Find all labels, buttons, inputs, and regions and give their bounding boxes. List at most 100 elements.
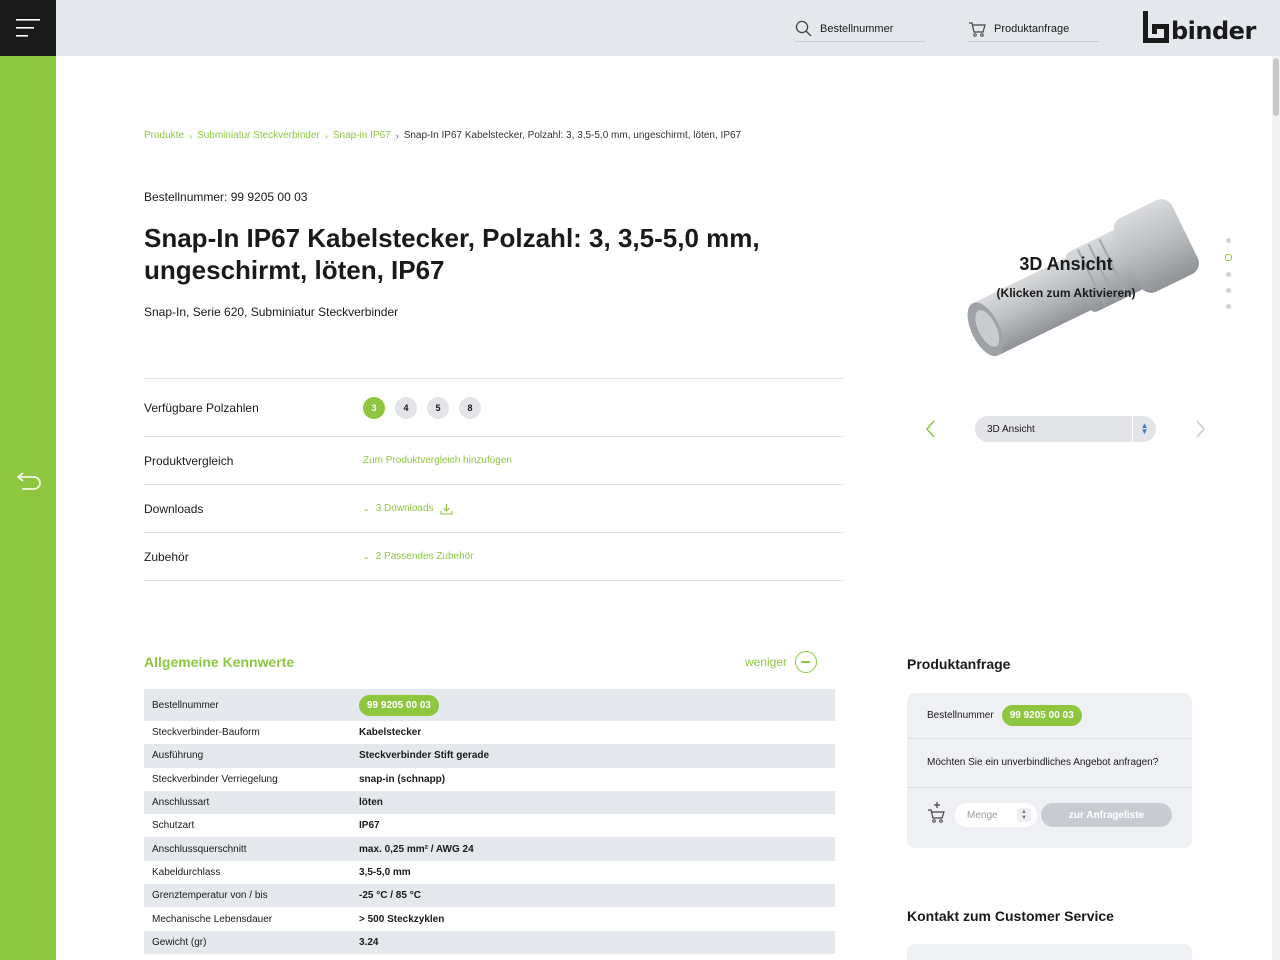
3d-view-overlay-hint[interactable]: (Klicken zum Aktivieren) xyxy=(950,286,1182,300)
spec-table: Bestellnummer 99 9205 00 03 Steckverbind… xyxy=(144,689,835,954)
spec-value: -25 °C / 85 °C xyxy=(351,884,835,908)
order-number-search[interactable]: Bestellnummer xyxy=(795,16,925,42)
request-order-badge: 99 9205 00 03 xyxy=(1001,705,1082,726)
gallery-dot-4[interactable] xyxy=(1225,288,1231,293)
request-question: Möchten Sie ein unverbindliches Angebot … xyxy=(927,757,1159,768)
gallery-dot-1[interactable] xyxy=(1225,238,1231,243)
breadcrumb-current: Snap-In IP67 Kabelstecker, Polzahl: 3, 3… xyxy=(403,130,742,141)
breadcrumb-item-products[interactable]: Produkte xyxy=(144,130,184,141)
table-row: Anschlussquerschnitt max. 0,25 mm² / AWG… xyxy=(144,837,835,861)
chevron-down-icon: ⌄ xyxy=(363,504,370,513)
view-select-value: 3D Ansicht xyxy=(987,423,1035,435)
quantity-placeholder: Menge xyxy=(967,809,998,821)
back-arrow-icon[interactable] xyxy=(14,472,42,494)
customer-service-panel xyxy=(907,944,1192,960)
table-row: Kabeldurchlass 3,5-5,0 mm xyxy=(144,861,835,884)
attr-row-accessories: Zubehör ⌄ 2 Passendes Zubehör xyxy=(144,532,843,580)
spec-key: Kabeldurchlass xyxy=(152,866,221,878)
collapse-button[interactable]: weniger xyxy=(745,651,818,673)
spec-key: Ausführung xyxy=(144,744,351,768)
product-subtitle: Snap-In, Serie 620, Subminiatur Steckver… xyxy=(144,305,399,319)
cart-plus-icon xyxy=(928,802,945,823)
pin-options: 3 4 5 8 xyxy=(363,396,485,419)
order-number-badge: 99 9205 00 03 xyxy=(359,694,439,716)
spec-key: Mechanische Lebensdauer xyxy=(152,913,273,925)
chevron-left-icon[interactable] xyxy=(924,419,938,439)
spec-value: Kabelstecker xyxy=(359,727,422,739)
table-row: Steckverbinder-Bauform Kabelstecker xyxy=(144,721,835,744)
3d-view-overlay-title[interactable]: 3D Ansicht xyxy=(950,254,1182,275)
attr-row-downloads: Downloads ⌄ 3 Downloads xyxy=(144,484,843,532)
top-header: Bestellnummer Produktanfrage binder xyxy=(0,0,1280,56)
select-caret-icon: ▲ ▼ xyxy=(1132,416,1156,442)
accessories-toggle[interactable]: ⌄ 2 Passendes Zubehör xyxy=(363,551,474,562)
logo-text: binder xyxy=(1171,17,1256,45)
pin-option-8[interactable]: 8 xyxy=(459,396,481,419)
product-request-link[interactable]: Produktanfrage xyxy=(968,16,1099,42)
spec-key: Anschlussquerschnitt xyxy=(144,837,351,861)
view-select[interactable]: 3D Ansicht ▲ ▼ xyxy=(975,416,1156,442)
request-order-label: Bestellnummer xyxy=(927,710,994,721)
gallery-dot-5[interactable] xyxy=(1225,304,1231,309)
downloads-toggle[interactable]: ⌄ 3 Downloads xyxy=(363,503,453,515)
accessories-link: 2 Passendes Zubehör xyxy=(375,551,474,562)
spec-value: IP67 xyxy=(359,820,380,832)
downloads-link: 3 Downloads xyxy=(375,503,434,514)
cart-icon xyxy=(969,21,986,37)
table-row: Anschlussart löten xyxy=(144,790,835,815)
quantity-stepper[interactable]: ▲ ▼ xyxy=(1017,808,1031,822)
divider xyxy=(907,787,1192,788)
chevron-right-icon: › xyxy=(324,130,328,141)
accessories-label: Zubehör xyxy=(144,549,189,564)
left-rail xyxy=(0,56,56,960)
table-row: Steckverbinder Verriegelung snap-in (sch… xyxy=(144,768,835,791)
gallery-dot-2[interactable] xyxy=(1224,254,1232,261)
table-row: Ausführung Steckverbinder Stift gerade xyxy=(144,744,835,768)
spec-key: Anschlussart xyxy=(144,790,351,815)
quantity-input[interactable]: Menge ▲ ▼ xyxy=(955,803,1037,827)
add-to-compare-link[interactable]: Zum Produktvergleich hinzufügen xyxy=(363,455,512,466)
spec-key: Gewicht (gr) xyxy=(144,930,351,954)
request-label: Produktanfrage xyxy=(994,22,1070,35)
divider xyxy=(907,738,1192,739)
gallery-dots xyxy=(1224,238,1232,320)
add-to-request-list-button[interactable]: zur Anfrageliste xyxy=(1041,803,1172,827)
spec-value: löten xyxy=(351,790,835,815)
spec-key: Steckverbinder Verriegelung xyxy=(152,773,278,785)
pins-label: Verfügbare Polzahlen xyxy=(144,400,259,415)
spec-key: Bestellnummer xyxy=(144,689,351,721)
pin-option-4[interactable]: 4 xyxy=(395,396,417,419)
chevron-right-icon[interactable] xyxy=(1193,419,1207,439)
chevron-right-icon: › xyxy=(395,130,399,141)
menu-button[interactable] xyxy=(0,0,56,56)
spec-value: snap-in (schnapp) xyxy=(359,773,446,785)
spec-key: Grenztemperatur von / bis xyxy=(144,884,351,908)
breadcrumb-item-snapin[interactable]: Snap-in IP67 xyxy=(333,130,391,141)
order-number-line: Bestellnummer: 99 9205 00 03 xyxy=(144,190,308,204)
binder-logo[interactable]: binder xyxy=(1143,11,1256,43)
chevron-down-icon: ⌄ xyxy=(363,552,370,561)
spec-key: Steckverbinder-Bauform xyxy=(152,727,260,739)
search-label: Bestellnummer xyxy=(820,22,894,35)
breadcrumb-item-subminiature[interactable]: Subminiatur Steckverbinder xyxy=(197,130,320,141)
compare-label: Produktvergleich xyxy=(144,453,234,468)
download-icon xyxy=(439,503,453,515)
customer-service-title: Kontakt zum Customer Service xyxy=(907,908,1114,924)
breadcrumb: Produkte › Subminiatur Steckverbinder › … xyxy=(144,130,741,141)
general-data-title: Allgemeine Kennwerte xyxy=(144,654,295,670)
spec-value: > 500 Steckzyklen xyxy=(359,913,445,925)
search-icon xyxy=(795,20,812,37)
spec-value: Steckverbinder Stift gerade xyxy=(351,744,835,768)
table-row: Grenztemperatur von / bis -25 °C / 85 °C xyxy=(144,884,835,908)
scrollbar-thumb[interactable] xyxy=(1273,58,1279,116)
gallery-dot-3[interactable] xyxy=(1225,272,1231,277)
spec-value: 3.24 xyxy=(351,930,835,954)
table-row: Bestellnummer 99 9205 00 03 xyxy=(144,689,835,721)
scrollbar[interactable] xyxy=(1272,56,1280,960)
chevron-right-icon: › xyxy=(189,130,193,141)
page-title: Snap-In IP67 Kabelstecker, Polzahl: 3, 3… xyxy=(144,223,760,285)
product-3d-image[interactable] xyxy=(930,190,1202,370)
attr-row-compare: Produktvergleich Zum Produktvergleich hi… xyxy=(144,436,843,484)
pin-option-3[interactable]: 3 xyxy=(363,396,385,419)
pin-option-5[interactable]: 5 xyxy=(427,396,449,419)
